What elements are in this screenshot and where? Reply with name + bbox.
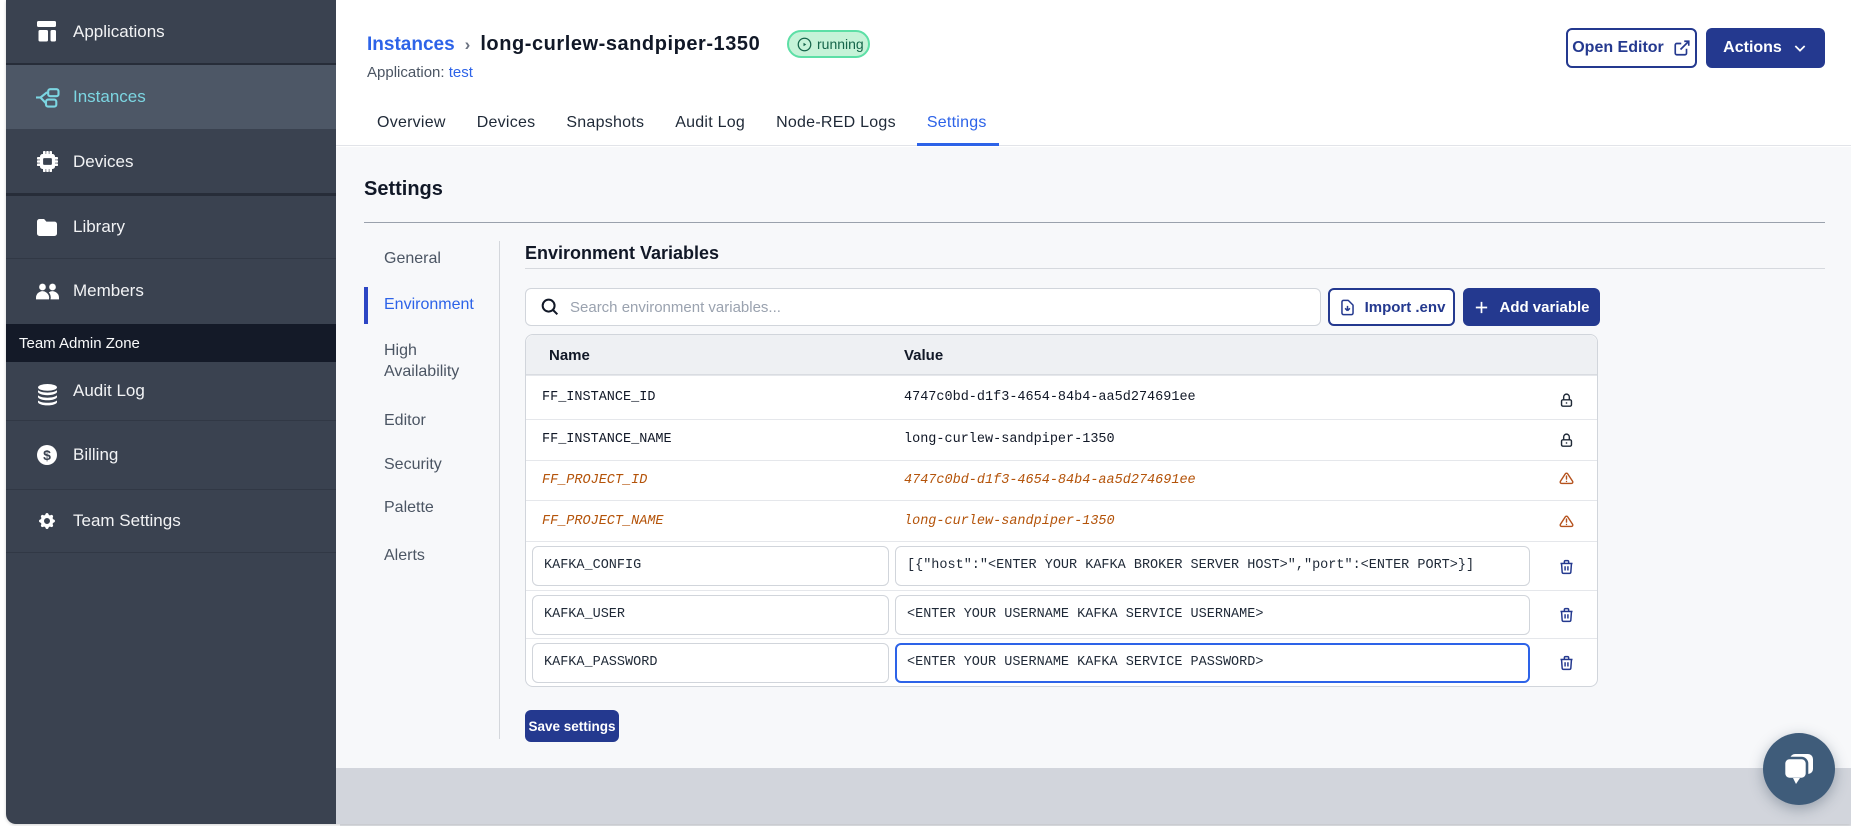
svg-text:$: $ [43, 447, 51, 463]
